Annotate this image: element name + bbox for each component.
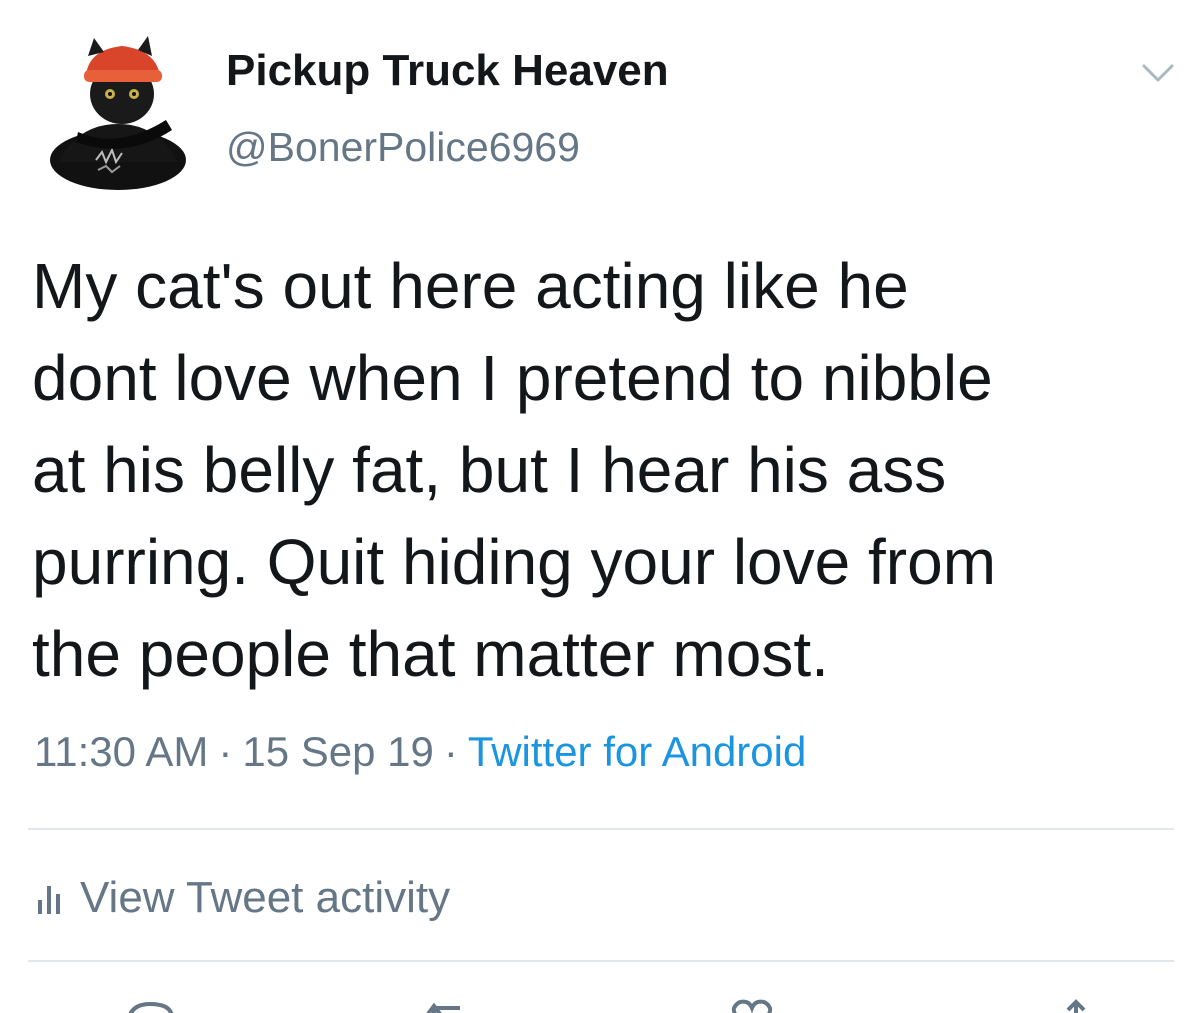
reply-icon[interactable] — [120, 996, 180, 1013]
meta-separator: · — [218, 728, 233, 775]
divider — [28, 960, 1174, 962]
tweet-time[interactable]: 11:30 AM — [34, 728, 208, 775]
retweet-icon[interactable] — [420, 996, 480, 1013]
tweet-text-line: at his belly fat, but I hear his ass — [32, 434, 947, 506]
cat-avatar-icon[interactable] — [48, 32, 188, 192]
view-tweet-activity-button[interactable]: View Tweet activity — [36, 868, 450, 928]
view-tweet-activity-label: View Tweet activity — [80, 873, 451, 922]
tweet-text-line: the people that matter most. — [32, 618, 829, 690]
tweet-text-line: dont love when I pretend to nibble — [32, 342, 993, 414]
chevron-down-icon[interactable] — [1138, 58, 1178, 88]
action-bar — [0, 990, 1200, 1013]
tweet-date[interactable]: 15 Sep 19 — [242, 728, 434, 775]
share-icon[interactable] — [1046, 996, 1106, 1013]
tweet-card: Pickup Truck Heaven @BonerPolice6969 My … — [0, 0, 1200, 1013]
meta-separator: · — [443, 728, 458, 775]
user-handle[interactable]: @BonerPolice6969 — [226, 124, 580, 171]
divider — [28, 828, 1174, 830]
tweet-source-link[interactable]: Twitter for Android — [468, 728, 806, 775]
display-name[interactable]: Pickup Truck Heaven — [226, 46, 669, 96]
tweet-text-line: My cat's out here acting like he — [32, 250, 909, 322]
tweet-text: My cat's out here acting like he dont lo… — [32, 240, 1192, 700]
tweet-meta: 11:30 AM · 15 Sep 19 · Twitter for Android — [34, 728, 806, 776]
heart-icon[interactable] — [722, 996, 782, 1013]
bar-chart-icon — [38, 886, 60, 914]
tweet-text-line: purring. Quit hiding your love from — [32, 526, 996, 598]
